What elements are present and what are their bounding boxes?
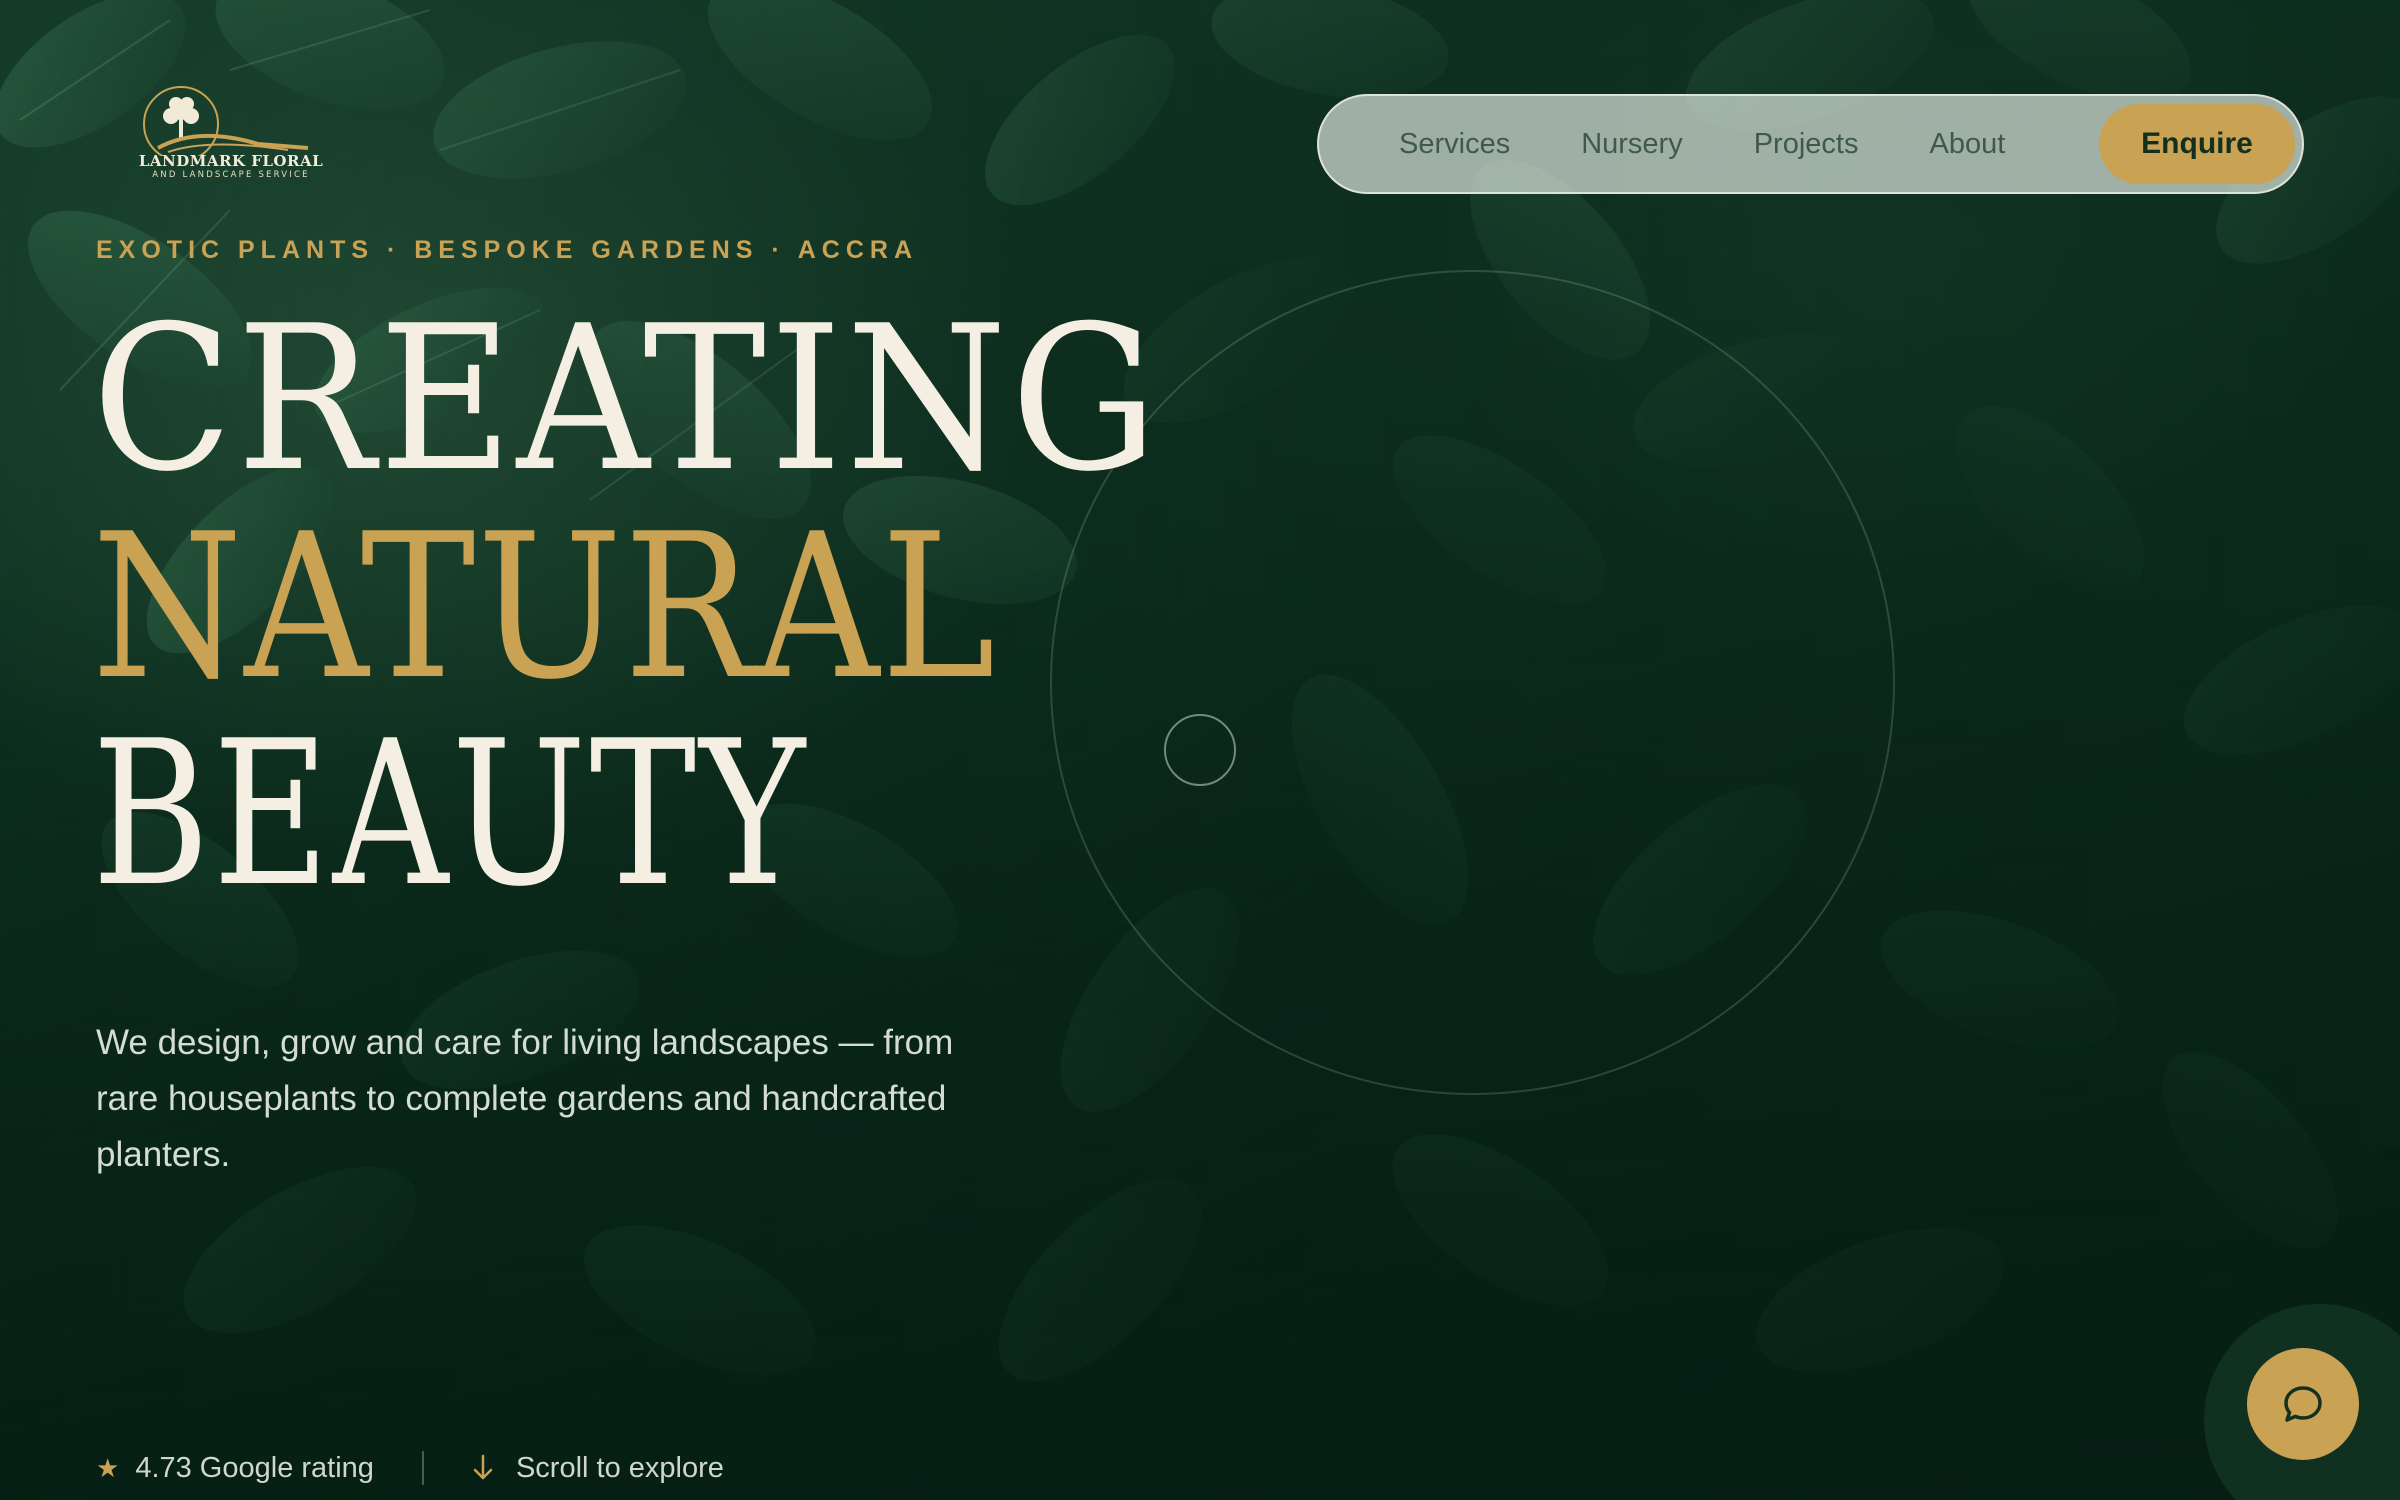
headline-line-1: CREATING (92, 283, 1162, 516)
hero-page: LANDMARK FLORAL AND LANDSCAPE SERVICE Se… (0, 0, 2400, 1500)
main-nav: Services Nursery Projects About Enquire (1317, 94, 2304, 194)
brand-logo[interactable]: LANDMARK FLORAL AND LANDSCAPE SERVICE (138, 86, 324, 184)
chat-bubble-icon (2284, 1386, 2322, 1422)
google-rating: 4.73 Google rating (135, 1451, 374, 1484)
brand-tagline: AND LANDSCAPE SERVICE (152, 170, 310, 180)
decorative-ring (1050, 270, 1895, 1095)
nav-item-nursery[interactable]: Nursery (1581, 128, 1683, 161)
headline-line-3: BEAUTY (92, 698, 809, 931)
hero-description: We design, grow and care for living land… (96, 1023, 954, 1174)
nav-item-services[interactable]: Services (1399, 128, 1510, 161)
arrow-down-icon (472, 1454, 494, 1482)
footer-divider (421, 1451, 424, 1485)
nav-item-about[interactable]: About (1929, 128, 2005, 161)
scroll-to-explore-link[interactable]: Scroll to explore (516, 1452, 724, 1485)
star-icon: ★ (96, 1452, 120, 1483)
brand-name: LANDMARK FLORAL (138, 152, 324, 170)
chat-button[interactable] (2247, 1348, 2359, 1460)
nav-item-projects[interactable]: Projects (1754, 128, 1859, 161)
hero-footer: ★ 4.73 Google rating Scroll to explore (96, 1446, 724, 1490)
hero-eyebrow: EXOTIC PLANTS · BESPOKE GARDENS · ACCRA (96, 236, 919, 264)
headline-line-2: NATURAL (92, 491, 997, 724)
tree-logo-icon (143, 86, 309, 156)
cursor-ring (1164, 714, 1236, 786)
enquire-button[interactable]: Enquire (2099, 104, 2295, 184)
